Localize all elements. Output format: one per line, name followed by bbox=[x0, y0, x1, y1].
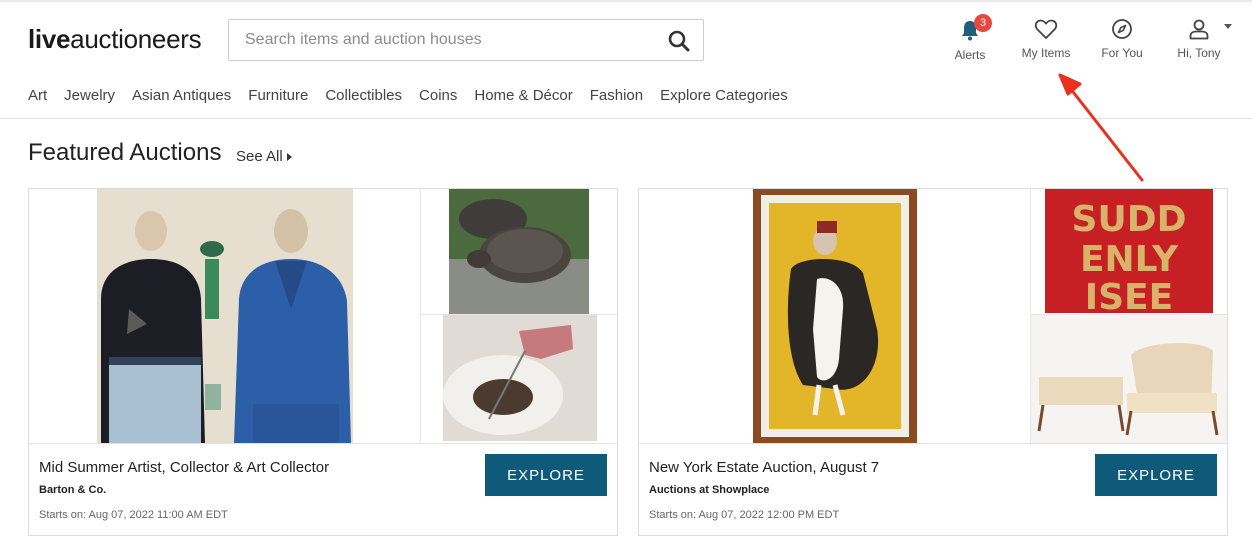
alerts-label: Alerts bbox=[954, 48, 986, 62]
account-menu-button[interactable]: Hi, Tony bbox=[1174, 18, 1224, 60]
search-input[interactable] bbox=[245, 31, 645, 49]
my-items-button[interactable]: My Items bbox=[1018, 18, 1074, 60]
for-you-label: For You bbox=[1101, 46, 1143, 60]
my-items-label: My Items bbox=[1021, 46, 1071, 60]
auction-card[interactable]: Mid Summer Artist, Collector & Art Colle… bbox=[28, 188, 618, 536]
category-link-art[interactable]: Art bbox=[28, 87, 47, 104]
portrait-painting-image bbox=[29, 189, 420, 443]
category-link-collectibles[interactable]: Collectibles bbox=[325, 87, 402, 104]
explore-button[interactable]: EXPLORE bbox=[485, 454, 607, 496]
category-link-jewelry[interactable]: Jewelry bbox=[64, 87, 115, 104]
auction-house-name[interactable]: Auctions at Showplace bbox=[649, 484, 769, 496]
category-link-fashion[interactable]: Fashion bbox=[590, 87, 643, 104]
see-all-link[interactable]: See All bbox=[236, 148, 292, 165]
category-link-asian-antiques[interactable]: Asian Antiques bbox=[132, 87, 231, 104]
header-divider bbox=[0, 118, 1252, 119]
auction-thumbnail-image[interactable] bbox=[1031, 315, 1227, 443]
auction-start-time: Starts on: Aug 07, 2022 12:00 PM EDT bbox=[649, 509, 840, 521]
top-border bbox=[0, 0, 1252, 2]
framed-figure-painting-image bbox=[639, 189, 1030, 443]
auction-card-footer: Mid Summer Artist, Collector & Art Colle… bbox=[29, 443, 617, 536]
auction-house-name[interactable]: Barton & Co. bbox=[39, 484, 106, 496]
category-link-explore[interactable]: Explore Categories bbox=[660, 87, 788, 104]
auction-start-time: Starts on: Aug 07, 2022 11:00 AM EDT bbox=[39, 509, 228, 521]
auction-card-footer: New York Estate Auction, August 7 Auctio… bbox=[639, 443, 1227, 536]
explore-button[interactable]: EXPLORE bbox=[1095, 454, 1217, 496]
category-link-home-decor[interactable]: Home & Décor bbox=[474, 87, 572, 104]
account-label: Hi, Tony bbox=[1177, 46, 1221, 60]
site-logo[interactable]: live auctioneers bbox=[28, 24, 202, 58]
logo-live-text: live bbox=[28, 24, 71, 54]
category-nav: Art Jewelry Asian Antiques Furniture Col… bbox=[28, 87, 805, 104]
auction-title[interactable]: New York Estate Auction, August 7 bbox=[649, 459, 879, 476]
auction-main-image[interactable] bbox=[639, 189, 1031, 443]
auction-card[interactable]: SUDD ENLY ISEE New York Estate Auction, … bbox=[638, 188, 1228, 536]
heart-icon bbox=[1034, 19, 1058, 39]
artwork-text-line-2: ENLY bbox=[1080, 239, 1179, 280]
auction-thumbnail-image[interactable]: SUDD ENLY ISEE bbox=[1031, 189, 1227, 315]
see-all-label: See All bbox=[236, 148, 283, 165]
auction-thumbnail-image[interactable] bbox=[421, 189, 617, 315]
compass-icon bbox=[1112, 19, 1132, 39]
header-nav: 3 Alerts My Items For You Hi, Tony bbox=[940, 14, 1240, 68]
plate-with-napkin-image bbox=[421, 315, 617, 443]
user-icon bbox=[1189, 19, 1209, 40]
logo-auctioneers-text: auctioneers bbox=[70, 24, 202, 54]
turtle-sculpture-image bbox=[421, 189, 617, 314]
caret-right-icon bbox=[286, 152, 292, 161]
chevron-down-icon[interactable] bbox=[1224, 24, 1232, 29]
for-you-button[interactable]: For You bbox=[1098, 18, 1146, 60]
artwork-text-line-3: ISEE bbox=[1085, 277, 1174, 315]
auction-title[interactable]: Mid Summer Artist, Collector & Art Colle… bbox=[39, 459, 329, 476]
alerts-button[interactable]: 3 Alerts bbox=[952, 14, 992, 62]
alerts-count-badge: 3 bbox=[974, 14, 992, 32]
featured-auctions-title: Featured Auctions bbox=[28, 139, 222, 166]
search-bar bbox=[228, 19, 704, 61]
suddenly-i-see-artwork-image: SUDD ENLY ISEE bbox=[1031, 189, 1227, 315]
auction-thumbnail-image[interactable] bbox=[421, 315, 617, 443]
category-link-coins[interactable]: Coins bbox=[419, 87, 457, 104]
artwork-text-line-1: SUDD bbox=[1072, 199, 1187, 240]
armchair-ottoman-image bbox=[1031, 315, 1227, 443]
auction-main-image[interactable] bbox=[29, 189, 421, 443]
search-icon[interactable] bbox=[667, 29, 691, 53]
category-link-furniture[interactable]: Furniture bbox=[248, 87, 308, 104]
